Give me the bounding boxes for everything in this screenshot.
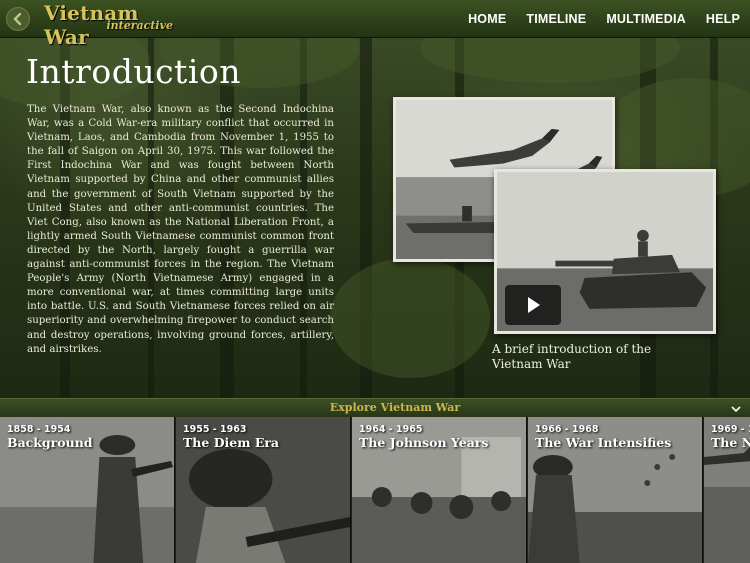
era-years: 1964 - 1965: [359, 424, 423, 435]
era-years: 1969 - 1: [711, 424, 750, 435]
circle-arrow-left-icon: [13, 12, 22, 26]
era-carousel[interactable]: 1858 - 1954 Background 1955 - 1963 The D…: [0, 417, 750, 563]
era-card-next[interactable]: 1969 - 1 The N: [704, 417, 750, 563]
era-title: The Diem Era: [183, 435, 280, 450]
era-years: 1955 - 1963: [183, 424, 247, 435]
era-card-background[interactable]: 1858 - 1954 Background: [0, 417, 175, 563]
intro-text: The Vietnam War, also known as the Secon…: [27, 104, 334, 355]
era-title: The War Intensifies: [535, 435, 672, 450]
play-icon: [528, 297, 540, 313]
play-video-button[interactable]: [505, 285, 561, 325]
main-nav: HOME TIMELINE MULTIMEDIA HELP: [458, 0, 750, 38]
page-title: Introduction: [26, 52, 241, 91]
explore-bar[interactable]: Explore Vietnam War: [0, 398, 750, 417]
era-title: The N: [711, 435, 750, 450]
nav-home[interactable]: HOME: [458, 12, 516, 26]
era-card-war-intensifies[interactable]: 1966 - 1968 The War Intensifies: [528, 417, 703, 563]
era-years: 1858 - 1954: [7, 424, 71, 435]
top-bar: Vietnam War interactive HOME TIMELINE MU…: [0, 0, 750, 49]
explore-label: Explore Vietnam War: [329, 401, 461, 414]
era-title: Background: [7, 435, 93, 450]
nav-help[interactable]: HELP: [696, 12, 750, 26]
era-years: 1966 - 1968: [535, 424, 599, 435]
video-caption: A brief introduction of the Vietnam War: [492, 342, 652, 371]
era-title: The Johnson Years: [359, 435, 489, 450]
era-card-johnson-years[interactable]: 1964 - 1965 The Johnson Years: [352, 417, 527, 563]
logo-subtitle: interactive: [106, 19, 173, 32]
era-card-diem-era[interactable]: 1955 - 1963 The Diem Era: [176, 417, 351, 563]
nav-multimedia[interactable]: MULTIMEDIA: [596, 12, 696, 26]
chevron-down-icon[interactable]: [730, 403, 742, 415]
back-button[interactable]: [6, 7, 30, 31]
nav-timeline[interactable]: TIMELINE: [516, 12, 596, 26]
app-logo[interactable]: Vietnam War interactive: [44, 1, 179, 49]
